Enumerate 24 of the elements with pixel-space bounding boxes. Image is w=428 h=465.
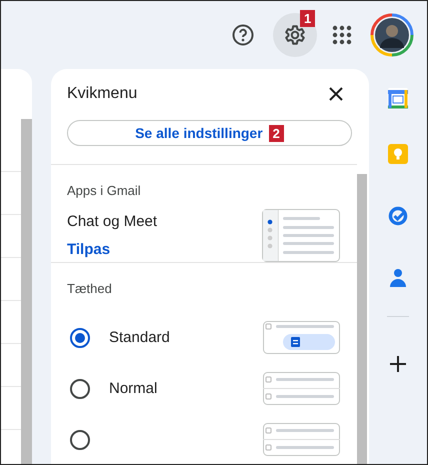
all-settings-button[interactable]: Se alle indstillinger 2	[67, 120, 352, 146]
section-heading: Tæthed	[67, 281, 113, 296]
avatar[interactable]	[370, 13, 414, 57]
scrollbar[interactable]	[357, 174, 367, 464]
radio-button[interactable]	[70, 328, 90, 348]
radio-button[interactable]	[70, 378, 90, 398]
apps-grid-icon[interactable]	[330, 23, 354, 47]
option-label: Standard	[109, 329, 171, 346]
scrollbar[interactable]	[21, 119, 32, 464]
settings-button[interactable]: 1	[273, 13, 317, 57]
customize-link[interactable]: Tilpas	[67, 241, 110, 258]
annotation-badge: 1	[300, 10, 316, 27]
checkmark-circle-icon[interactable]	[388, 206, 408, 226]
person-icon[interactable]	[389, 268, 407, 288]
radio-button[interactable]	[70, 430, 90, 450]
add-icon[interactable]	[390, 356, 406, 372]
help-icon[interactable]	[231, 23, 255, 47]
annotation-badge: 2	[268, 124, 284, 142]
apps-label: Chat og Meet	[67, 213, 158, 230]
option-label: Normal	[109, 380, 158, 397]
calendar-icon[interactable]	[387, 87, 409, 109]
panel-title: Kvikmenu	[67, 85, 138, 103]
close-icon[interactable]	[329, 87, 343, 101]
section-heading: Apps i Gmail	[67, 183, 142, 198]
